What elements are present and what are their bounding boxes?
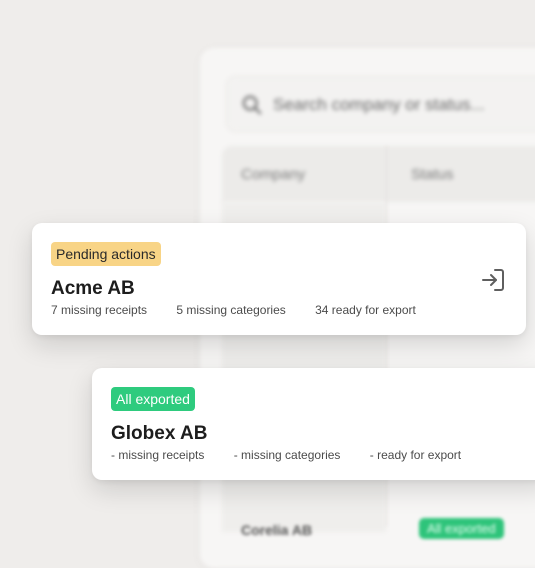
company-card-globex[interactable]: All exported Globex AB - missing receipt… [92,368,535,480]
ready-for-export-count: - ready for export [369,448,462,462]
search-placeholder: Search company or status... [273,95,485,114]
missing-categories-count: - missing categories [233,448,341,462]
table-row-status-badge: All exported [419,518,504,539]
missing-receipts-count: - missing receipts [111,448,205,462]
status-badge: Pending actions [51,242,161,266]
search-icon [242,95,262,115]
login-arrow-icon[interactable] [480,267,506,293]
company-card-acme[interactable]: Pending actions Acme AB 7 missing receip… [32,223,526,335]
company-name: Acme AB [51,278,135,299]
missing-categories-count: 5 missing categories [176,303,286,317]
company-stats: - missing receipts - missing categories … [111,448,487,462]
search-field[interactable]: Search company or status... [226,76,535,132]
company-stats: 7 missing receipts 5 missing categories … [51,303,442,317]
table-header: Company Status [222,146,535,202]
column-header-status[interactable]: Status [411,166,454,183]
column-header-company[interactable]: Company [241,166,305,183]
missing-receipts-count: 7 missing receipts [51,303,148,317]
table-row-company: Corelia AB [241,522,313,538]
company-name: Globex AB [111,423,208,444]
status-badge: All exported [111,387,195,411]
ready-for-export-count: 34 ready for export [315,303,416,317]
